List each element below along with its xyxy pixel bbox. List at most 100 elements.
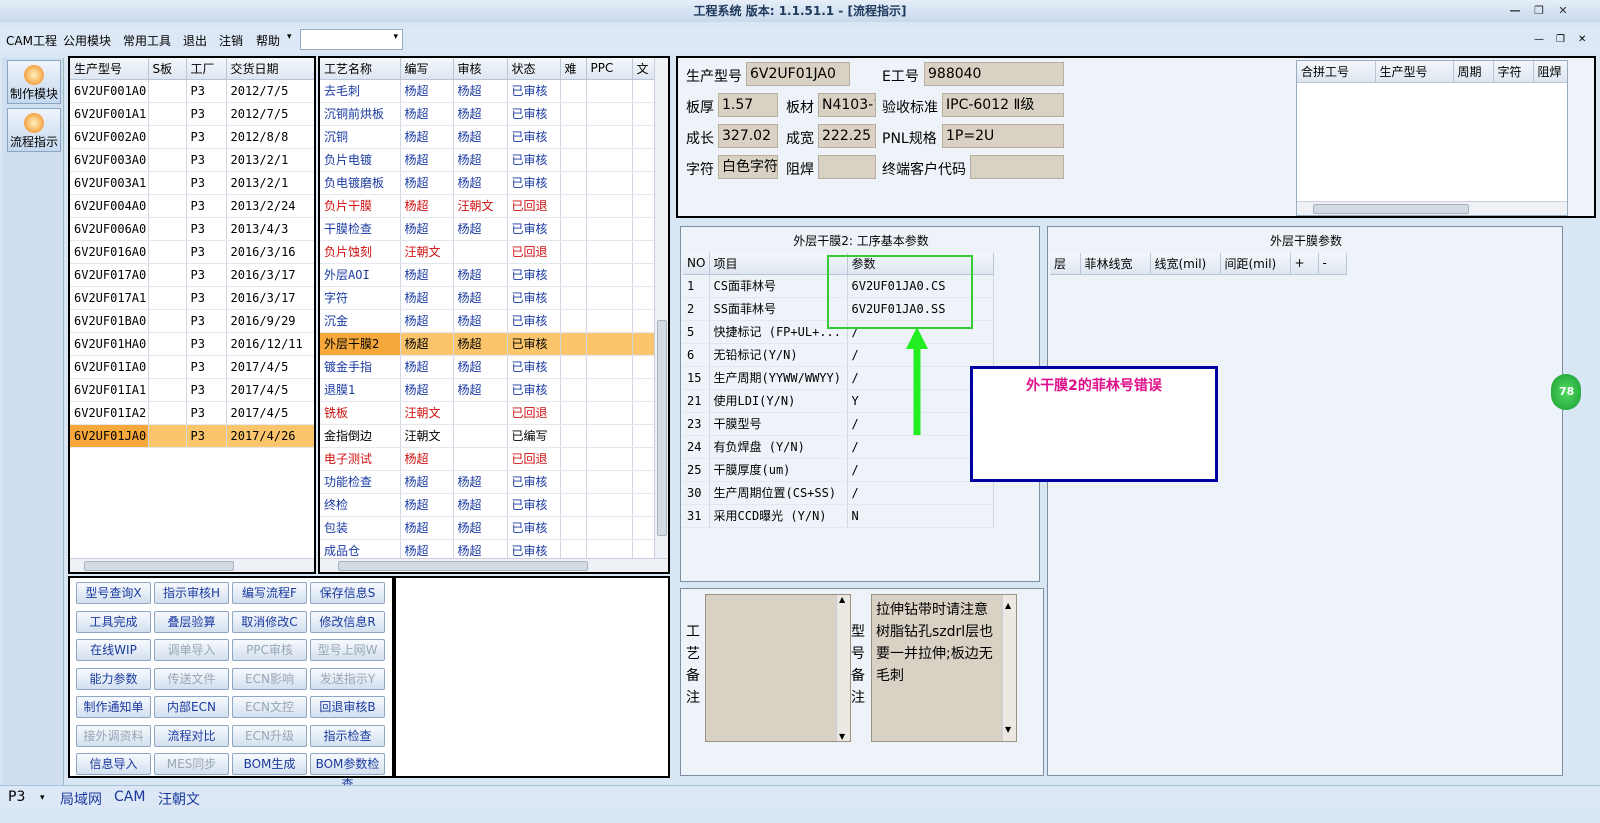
params-row[interactable]: 25 干膜厚度(um) / — [683, 458, 994, 482]
action-button[interactable]: ECN升级 — [232, 724, 307, 747]
outer-column-header[interactable]: + — [1290, 253, 1319, 275]
model-hscroll[interactable] — [70, 558, 314, 572]
model-column-header[interactable]: 生产型号 — [70, 58, 149, 80]
process-row[interactable]: 沉金 杨超 杨超 已审核 — [320, 309, 655, 333]
action-button[interactable]: ECN影响 — [232, 667, 307, 690]
mdi-restore-icon[interactable]: ❐ — [1556, 34, 1565, 45]
process-row[interactable]: 外层AOI 杨超 杨超 已审核 — [320, 263, 655, 287]
process-row[interactable]: 退膜1 杨超 杨超 已审核 — [320, 378, 655, 402]
model-column-header[interactable]: 工厂 — [186, 58, 227, 80]
action-button[interactable]: 流程对比 — [154, 724, 229, 747]
action-button[interactable]: MES同步 — [154, 753, 229, 775]
thickness-field[interactable]: 1.57 — [718, 93, 778, 117]
action-button[interactable]: 制作通知单 — [76, 696, 151, 718]
mdi-minimize-icon[interactable]: — — [1534, 34, 1544, 45]
action-button[interactable]: 叠层验算 — [154, 610, 229, 633]
menu-tools[interactable]: 常用工具 — [123, 32, 171, 49]
action-button[interactable]: 修改信息R — [310, 610, 385, 633]
model-row[interactable]: 6V2UF002A0 P3 2012/8/8 — [70, 125, 314, 149]
chevron-down-icon[interactable]: ▾ — [40, 793, 45, 803]
params-row[interactable]: 30 生产周期位置(CS+SS) / — [683, 481, 994, 505]
mdi-close-icon[interactable]: ✕ — [1578, 34, 1586, 45]
process-row[interactable]: 去毛刺 杨超 杨超 已审核 — [320, 79, 655, 103]
menu-exit[interactable]: 退出 — [183, 32, 207, 49]
process-row[interactable]: 外层干膜2 杨超 杨超 已审核 — [320, 332, 655, 356]
combine-column-header[interactable]: 合拼工号 — [1297, 61, 1376, 83]
combine-hscroll[interactable] — [1297, 201, 1567, 215]
process-row[interactable]: 金指倒边 汪朝文 已编写 — [320, 424, 655, 448]
length-field[interactable]: 327.02 — [718, 124, 778, 148]
restore-icon[interactable]: ❐ — [1528, 3, 1550, 19]
process-row[interactable]: 负片蚀刻 汪朝文 已回退 — [320, 240, 655, 264]
process-row[interactable]: 负片干膜 杨超 汪朝文 已回退 — [320, 194, 655, 218]
model-row[interactable]: 6V2UF01IA2 P3 2017/4/5 — [70, 401, 314, 425]
combine-column-header[interactable]: 周期 — [1453, 61, 1494, 83]
action-button[interactable]: 型号查询X — [76, 582, 151, 604]
action-button[interactable]: 指示检查 — [310, 724, 385, 747]
outer-column-header[interactable]: 层 — [1050, 253, 1081, 275]
process-hscroll[interactable] — [320, 558, 668, 572]
process-row[interactable]: 铣板 汪朝文 已回退 — [320, 401, 655, 425]
model-row[interactable]: 6V2UF001A0 P3 2012/7/5 — [70, 79, 314, 103]
pnl-field[interactable]: 1P=2U — [942, 124, 1064, 148]
process-column-header[interactable]: 工艺名称 — [320, 58, 401, 80]
floating-badge[interactable]: 78 — [1551, 374, 1581, 410]
combine-column-header[interactable]: 字符 — [1493, 61, 1534, 83]
action-button[interactable]: 回退审核B — [310, 696, 385, 718]
model-row[interactable]: 6V2UF01JA0 P3 2017/4/26 — [70, 424, 314, 448]
action-button[interactable]: ECN文控 — [232, 696, 307, 718]
action-button[interactable]: 取消修改C — [232, 610, 307, 633]
process-row[interactable]: 负片电镀 杨超 杨超 已审核 — [320, 148, 655, 172]
action-button[interactable]: 在线WIP — [76, 639, 151, 661]
factory-combo[interactable]: ▾ — [300, 29, 403, 50]
action-button[interactable]: 编写流程F — [232, 582, 307, 604]
model-row[interactable]: 6V2UF01IA0 P3 2017/4/5 — [70, 355, 314, 379]
model-remark-scroll[interactable]: ▲ ▼ — [1002, 595, 1016, 741]
customer-field[interactable] — [970, 155, 1064, 179]
process-row[interactable]: 包装 杨超 杨超 已审核 — [320, 516, 655, 540]
menu-overflow-icon[interactable]: ▾ — [287, 32, 292, 42]
action-button[interactable]: 指示审核H — [154, 582, 229, 604]
action-button[interactable]: 调单导入 — [154, 639, 229, 661]
model-column-header[interactable]: S板 — [148, 58, 187, 80]
process-row[interactable]: 终检 杨超 杨超 已审核 — [320, 493, 655, 517]
status-factory[interactable]: P3 — [8, 789, 25, 805]
menu-help[interactable]: 帮助 — [256, 32, 280, 49]
outer-column-header[interactable]: 间距(mil) — [1220, 253, 1291, 275]
process-column-header[interactable]: PPC — [586, 58, 633, 80]
process-row[interactable]: 负电镀磨板 杨超 杨超 已审核 — [320, 171, 655, 195]
process-column-header[interactable]: 难 — [560, 58, 587, 80]
action-button[interactable]: BOM生成 — [232, 753, 307, 775]
outer-column-header[interactable]: 菲林线宽 — [1080, 253, 1151, 275]
process-column-header[interactable]: 状态 — [507, 58, 561, 80]
process-row[interactable]: 镀金手指 杨超 杨超 已审核 — [320, 355, 655, 379]
model-row[interactable]: 6V2UF003A0 P3 2013/2/1 — [70, 148, 314, 172]
char-field[interactable]: 白色字符 — [718, 155, 778, 179]
model-row[interactable]: 6V2UF003A1 P3 2013/2/1 — [70, 171, 314, 195]
action-button[interactable]: 保存信息S — [310, 582, 385, 604]
menu-public[interactable]: 公用模块 — [63, 32, 111, 49]
params-row[interactable]: 15 生产周期(YYWW/WWYY) / — [683, 366, 994, 390]
action-button[interactable]: 内部ECN — [154, 696, 229, 718]
params-row[interactable]: 24 有负焊盘 (Y/N) / — [683, 435, 994, 459]
model-field[interactable]: 6V2UF01JA0 — [746, 62, 850, 86]
combine-column-header[interactable]: 生产型号 — [1375, 61, 1454, 83]
process-remark-textarea[interactable]: ▲ ▼ — [705, 594, 851, 742]
params-column-header[interactable]: NO — [683, 253, 710, 275]
params-row[interactable]: 21 使用LDI(Y/N) Y — [683, 389, 994, 413]
process-column-header[interactable]: 文 — [632, 58, 655, 80]
params-row[interactable]: 23 干膜型号 / — [683, 412, 994, 436]
model-row[interactable]: 6V2UF01IA1 P3 2017/4/5 — [70, 378, 314, 402]
model-remark-textarea[interactable]: 拉伸钻带时请注意树脂钻孔szdrl层也要一并拉伸;板边无毛刺 ▲ ▼ — [871, 594, 1017, 742]
model-row[interactable]: 6V2UF01BA0 P3 2016/9/29 — [70, 309, 314, 333]
process-row[interactable]: 沉铜前烘板 杨超 杨超 已审核 — [320, 102, 655, 126]
material-field[interactable]: N4103-1 — [818, 93, 876, 117]
eno-field[interactable]: 988040 — [924, 62, 1064, 86]
standard-field[interactable]: IPC-6012 Ⅱ级 — [942, 93, 1064, 117]
action-button[interactable]: 工具完成 — [76, 610, 151, 633]
process-row[interactable]: 功能检查 杨超 杨超 已审核 — [320, 470, 655, 494]
model-column-header[interactable]: 交货日期 — [226, 58, 314, 80]
params-row[interactable]: 31 采用CCD曝光 (Y/N) N — [683, 504, 994, 528]
minimize-icon[interactable]: — — [1504, 3, 1526, 19]
mask-field[interactable] — [818, 155, 876, 179]
